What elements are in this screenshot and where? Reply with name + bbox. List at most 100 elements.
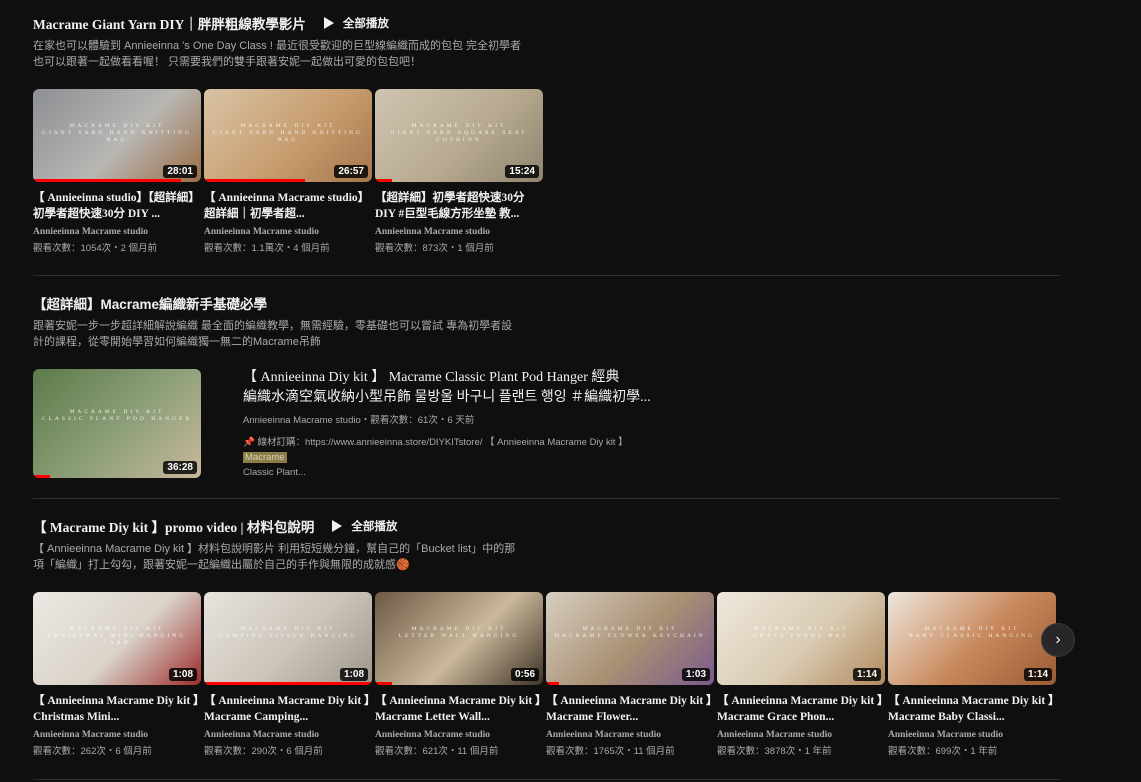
video-card[interactable]: MACRAME DIY KIT GIANT YARN HAND KNITTING …	[33, 89, 201, 254]
play-all-label: 全部播放	[342, 18, 389, 30]
thumbnail-watermark: MACRAME DIY KIT GIANT YARN SQUARE SEAT CU…	[390, 123, 528, 143]
channel-name[interactable]: Annieeinna Macrame studio	[33, 730, 201, 740]
video-title[interactable]: 【 Annieeinna studio】【超詳細】初學者超快速30分 DIY .…	[33, 190, 201, 222]
play-all-label: 全部播放	[351, 521, 398, 533]
shelf-description-line: 在家也可以體驗到 Annieeinna 's One Day Class ! 最…	[33, 40, 522, 52]
shelf-description: 跟著安妮一步一步超詳細解說編織 最全面的編織教學，無需經驗，零基礎也可以嘗試 專…	[33, 318, 1060, 350]
video-meta: 觀看次數：1.1萬次・4 個月前	[204, 243, 330, 254]
video-meta: 觀看次數：1054次・2 個月前	[33, 243, 158, 254]
thumbnail-watermark: MACRAME DIY KIT CLASSIC PLANT POD HANGER	[41, 409, 193, 422]
shelf-description-line: 計的課程，從零開始學習如何編織獨一無二的Macrame吊飾	[33, 336, 321, 348]
video-title[interactable]: 【 Annieeinna Macrame Diy kit 】Macrame Le…	[375, 693, 543, 725]
shelf-promo: 【 Macrame Diy kit 】promo video | 材料包說明 全…	[33, 516, 1060, 573]
video-card[interactable]: MACRAME DIY KIT LETTER WALL HANGING 0:56 …	[375, 592, 543, 757]
featured-video[interactable]: MACRAME DIY KIT CLASSIC PLANT POD HANGER …	[33, 369, 673, 480]
duration-badge: 28:01	[163, 165, 197, 178]
channel-name[interactable]: Annieeinna Macrame studio	[204, 730, 372, 740]
video-thumbnail[interactable]: MACRAME DIY KIT GIANT YARN SQUARE SEAT CU…	[375, 89, 543, 182]
channel-name[interactable]: Annieeinna Macrame studio	[375, 227, 543, 237]
play-all-button[interactable]: 全部播放	[332, 518, 397, 534]
shelf-description-line: 【 Annieeinna Macrame Diy kit 】材料包說明影片 利用…	[33, 543, 516, 555]
duration-badge: 0:56	[510, 668, 539, 681]
video-thumbnail[interactable]: MACRAME DIY KIT GRACE PHONE BAG 1:14	[717, 592, 885, 685]
video-title[interactable]: 【 Annieeinna Macrame Diy kit 】Macrame Gr…	[717, 693, 885, 725]
video-card[interactable]: MACRAME DIY KIT BABY CLASSIC HANGING 1:14…	[888, 592, 1056, 757]
divider	[33, 275, 1060, 276]
video-thumbnail[interactable]: MACRAME DIY KIT MACRAME FLOWER KEYCHAIN 1…	[546, 592, 714, 685]
play-all-button[interactable]: 全部播放	[323, 15, 389, 31]
video-thumbnail[interactable]: MACRAME DIY KIT CAMPING TISSUE HANGING 1:…	[204, 592, 372, 685]
video-card[interactable]: MACRAME DIY KIT CAMPING TISSUE HANGING 1:…	[204, 592, 372, 757]
video-title[interactable]: 【 Annieeinna Macrame Diy kit 】Macrame Fl…	[546, 693, 714, 725]
video-meta: 觀看次數：621次・11 個月前	[375, 746, 499, 757]
channel-name[interactable]: Annieeinna Macrame studio	[33, 227, 201, 237]
duration-badge: 1:14	[1023, 668, 1052, 681]
video-description-text: Classic Plant...	[243, 467, 306, 478]
watch-progress-bar	[375, 682, 392, 685]
channel-name[interactable]: Annieeinna Macrame studio	[204, 227, 372, 237]
duration-badge: 1:08	[339, 668, 368, 681]
thumbnail-watermark: MACRAME DIY KIT MACRAME FLOWER KEYCHAIN	[554, 626, 706, 639]
thumbnail-watermark: MACRAME DIY KIT CAMPING TISSUE HANGING	[218, 626, 358, 639]
video-card[interactable]: MACRAME DIY KIT GIANT YARN HAND KNITTING …	[204, 89, 372, 254]
play-icon	[323, 17, 334, 29]
channel-name[interactable]: Annieeinna Macrame studio	[717, 730, 885, 740]
video-thumbnail[interactable]: MACRAME DIY KIT LETTER WALL HANGING 0:56	[375, 592, 543, 685]
thumbnail-watermark: MACRAME DIY KIT LETTER WALL HANGING	[398, 626, 520, 639]
video-title[interactable]: 【 Annieeinna Macrame studio】超詳細｜初學者超...	[204, 190, 372, 222]
video-title-line[interactable]: 【 Annieeinna Diy kit 】 Macrame Classic P…	[243, 368, 673, 388]
shelf-title[interactable]: 【 Macrame Diy kit 】promo video | 材料包說明	[33, 516, 314, 536]
video-thumbnail[interactable]: MACRAME DIY KIT CHRISTMAS MINI HANGING CA…	[33, 592, 201, 685]
duration-badge: 1:08	[168, 668, 197, 681]
next-arrow-button[interactable]: ›	[1041, 623, 1075, 657]
divider	[33, 498, 1060, 499]
duration-badge: 36:28	[163, 461, 197, 474]
video-card[interactable]: MACRAME DIY KIT GIANT YARN SQUARE SEAT CU…	[375, 89, 543, 254]
watch-progress-bar	[33, 475, 50, 478]
video-thumbnail[interactable]: MACRAME DIY KIT GIANT YARN HAND KNITTING …	[204, 89, 372, 182]
shelf-description-line: 跟著安妮一步一步超詳細解說編織 最全面的編織教學，無需經驗，零基礎也可以嘗試 專…	[33, 320, 513, 332]
divider	[33, 779, 1060, 780]
shelf-description-line: 項「編織」打上勾勾，跟著安妮一起編織出屬於自己的手作與無限的成就感🏀	[33, 559, 410, 571]
video-title[interactable]: 【 Annieeinna Diy kit 】 Macrame Classic P…	[243, 368, 673, 408]
watch-progress-bar	[546, 682, 560, 685]
thumbnail-watermark: MACRAME DIY KIT GRACE PHONE BAG	[752, 626, 850, 639]
video-title-line[interactable]: 編織水滴空氣收納小型吊飾 물방울 바구니 플랜트 행잉 ＃編織初學...	[243, 388, 673, 408]
shelf-description-line: 也可以跟著一起做看看喔！ 只需要我們的雙手跟著安妮一起做出可愛的包包吧！	[33, 56, 422, 68]
video-title[interactable]: 【 Annieeinna Macrame Diy kit 】Christmas …	[33, 693, 201, 725]
video-row: MACRAME DIY KIT GIANT YARN HAND KNITTING …	[33, 89, 543, 254]
video-card[interactable]: MACRAME DIY KIT MACRAME FLOWER KEYCHAIN 1…	[546, 592, 714, 757]
video-title[interactable]: 【超詳細】初學者超快速30分 DIY #巨型毛線方形坐墊 教...	[375, 190, 543, 222]
channel-name[interactable]: Annieeinna Macrame studio	[546, 730, 714, 740]
shelf-title[interactable]: 【超詳細】Macrame編織新手基礎必學	[33, 293, 267, 313]
video-meta: Annieeinna Macrame studio・觀看次數：61次・6 天前	[243, 415, 475, 426]
shelf-giant-yarn: Macrame Giant Yarn DIY｜胖胖粗線教學影片 全部播放 在家也…	[33, 13, 1060, 70]
video-thumbnail[interactable]: MACRAME DIY KIT BABY CLASSIC HANGING 1:14	[888, 592, 1056, 685]
shelf-title[interactable]: Macrame Giant Yarn DIY｜胖胖粗線教學影片	[33, 13, 306, 33]
duration-badge: 26:57	[334, 165, 368, 178]
thumbnail-watermark: MACRAME DIY KIT GIANT YARN HAND KNITTING …	[41, 123, 193, 143]
video-card[interactable]: MACRAME DIY KIT CHRISTMAS MINI HANGING CA…	[33, 592, 201, 757]
video-meta: 觀看次數：290次・6 個月前	[204, 746, 323, 757]
search-highlight: Macrame	[243, 452, 287, 463]
video-description: 📌 線材訂購：https://www.annieeinna.store/DIYK…	[243, 435, 673, 480]
shelf-description: 在家也可以體驗到 Annieeinna 's One Day Class ! 最…	[33, 38, 1060, 70]
video-thumbnail[interactable]: MACRAME DIY KIT CLASSIC PLANT POD HANGER …	[33, 369, 201, 478]
video-card[interactable]: MACRAME DIY KIT GRACE PHONE BAG 1:14 【 An…	[717, 592, 885, 757]
watch-progress-bar	[33, 179, 181, 182]
watch-progress-bar	[204, 682, 372, 685]
duration-badge: 1:14	[852, 668, 881, 681]
thumbnail-watermark: MACRAME DIY KIT BABY CLASSIC HANGING	[908, 626, 1036, 639]
video-thumbnail[interactable]: MACRAME DIY KIT GIANT YARN HAND KNITTING …	[33, 89, 201, 182]
shelf-description: 【 Annieeinna Macrame Diy kit 】材料包說明影片 利用…	[33, 541, 1060, 573]
video-title[interactable]: 【 Annieeinna Macrame Diy kit 】Macrame Ca…	[204, 693, 372, 725]
video-description-text: 📌 線材訂購：https://www.annieeinna.store/DIYK…	[243, 437, 628, 448]
video-title[interactable]: 【 Annieeinna Macrame Diy kit 】Macrame Ba…	[888, 693, 1056, 725]
duration-badge: 1:03	[681, 668, 710, 681]
video-row: MACRAME DIY KIT CHRISTMAS MINI HANGING CA…	[33, 592, 1056, 757]
thumbnail-watermark: MACRAME DIY KIT GIANT YARN HAND KNITTING …	[212, 123, 364, 143]
watch-progress-bar	[204, 179, 305, 182]
duration-badge: 15:24	[505, 165, 539, 178]
channel-name[interactable]: Annieeinna Macrame studio	[888, 730, 1056, 740]
channel-name[interactable]: Annieeinna Macrame studio	[375, 730, 543, 740]
